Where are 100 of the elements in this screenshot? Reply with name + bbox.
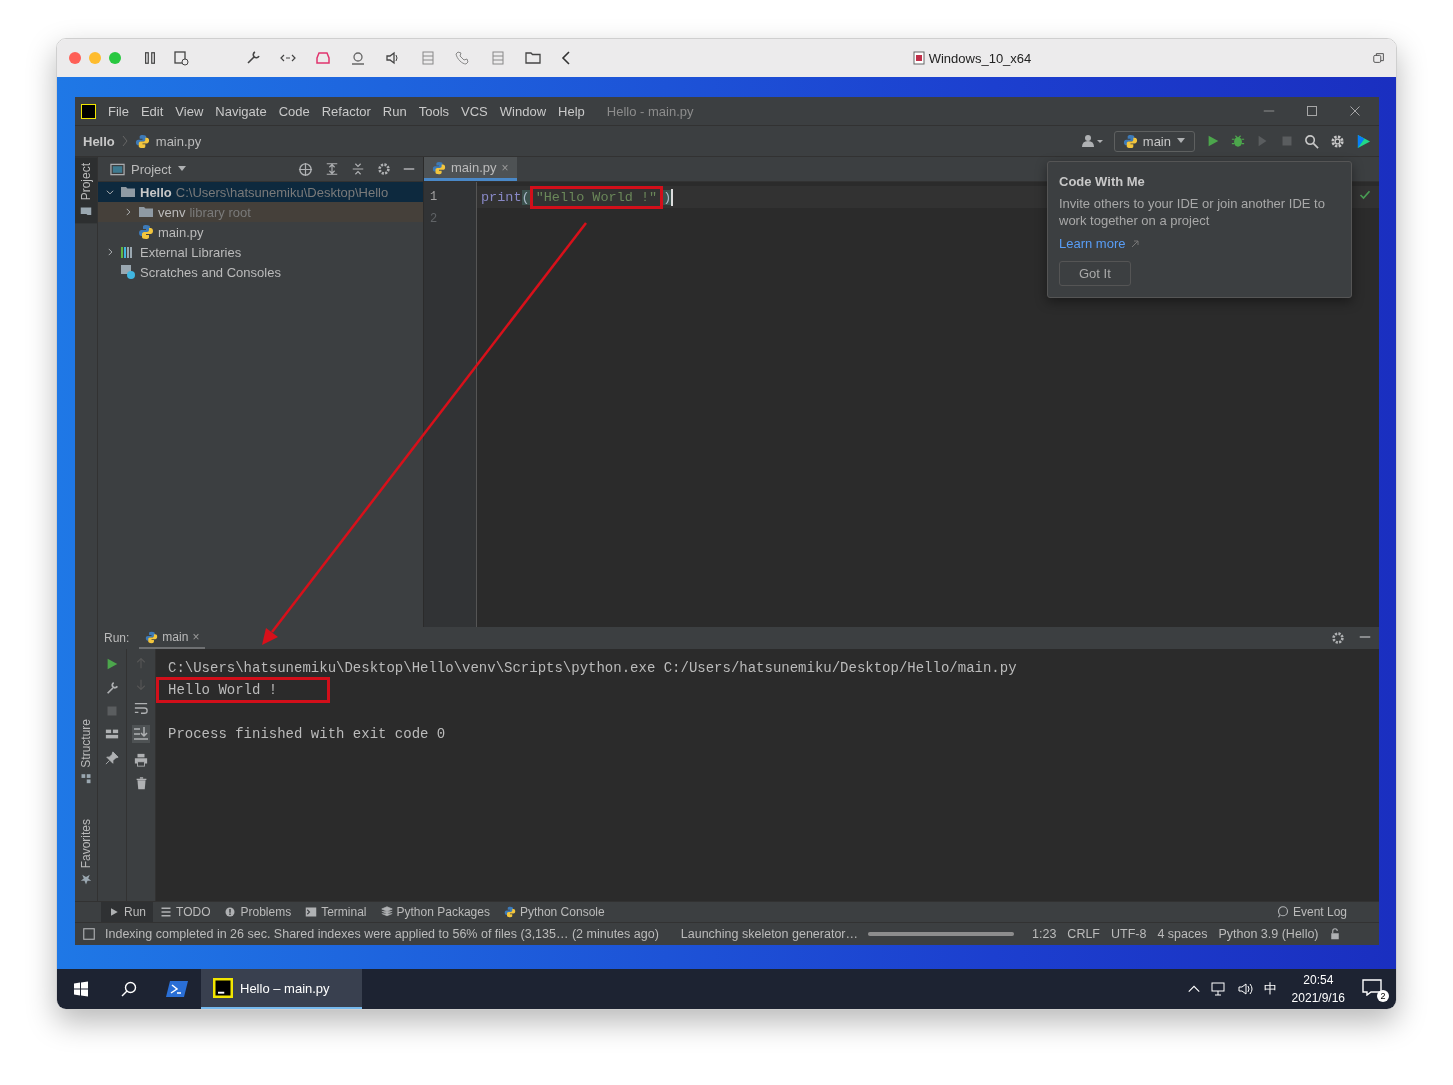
collapse-all-icon[interactable] — [351, 162, 365, 176]
phone-icon[interactable] — [455, 50, 471, 66]
drive-icon[interactable] — [315, 50, 331, 66]
pause-icon[interactable] — [143, 51, 157, 65]
back-icon[interactable] — [560, 50, 572, 66]
locate-icon[interactable] — [298, 161, 313, 177]
tool-window-tab[interactable]: Python Console — [496, 902, 612, 922]
menu-item[interactable]: Tools — [412, 103, 456, 119]
code-token: ( — [521, 189, 530, 205]
maximize-icon[interactable] — [1306, 105, 1318, 117]
chevron-right-icon[interactable] — [105, 247, 115, 257]
tree-item[interactable]: Scratches and Consoles — [98, 262, 423, 282]
soft-wrap-icon[interactable] — [134, 701, 148, 715]
panel-toggle-icon[interactable] — [83, 928, 95, 940]
app-logo — [81, 103, 96, 119]
status-message[interactable]: Indexing completed in 26 sec. Shared indexes were applied to 56% of files (3,135… (2 minutes ago) — [105, 927, 659, 941]
close-icon[interactable] — [1349, 105, 1361, 117]
network-icon[interactable] — [1209, 981, 1228, 997]
wrench-icon[interactable] — [245, 50, 261, 66]
chevron-right-icon[interactable] — [123, 207, 133, 217]
restore-icon[interactable] — [1372, 51, 1386, 65]
toolbox-logo-icon[interactable] — [1356, 133, 1371, 149]
menu-item[interactable]: Code — [272, 103, 316, 119]
close-icon[interactable]: × — [501, 160, 509, 175]
code-token: print — [481, 189, 522, 205]
python-icon — [503, 906, 516, 918]
users-icon[interactable] — [1080, 134, 1103, 148]
expand-all-icon[interactable] — [325, 162, 339, 176]
breadcrumb-item[interactable]: Hello — [83, 133, 115, 149]
editor-tab[interactable]: main.py × — [424, 157, 517, 181]
tree-item[interactable]: main.py — [98, 222, 423, 242]
print-icon[interactable] — [134, 753, 148, 767]
chevron-down-icon[interactable] — [105, 187, 115, 197]
notifications-icon[interactable] — [1362, 978, 1382, 996]
settings-icon[interactable] — [1330, 133, 1345, 149]
menu-item[interactable]: View — [169, 103, 210, 119]
tool-window-tab[interactable]: TODO — [153, 902, 218, 922]
rerun-icon[interactable] — [105, 657, 119, 671]
event-log-button[interactable]: Event Log — [1276, 905, 1373, 919]
warning-icon — [224, 906, 237, 918]
popup-title: Code With Me — [1059, 174, 1145, 189]
tool-window-button[interactable]: Structure — [75, 712, 97, 791]
speaker-icon[interactable] — [385, 50, 401, 66]
close-icon[interactable]: × — [192, 630, 200, 644]
windows-logo-icon[interactable] — [73, 981, 89, 997]
bug-icon[interactable] — [1231, 134, 1245, 148]
lock-icon[interactable] — [1328, 928, 1341, 940]
input-method-indicator[interactable]: 中 — [1263, 980, 1277, 998]
tool-window-tab[interactable]: Problems — [217, 902, 299, 922]
status-item[interactable]: 1:23 — [1032, 927, 1057, 941]
tool-window-tab[interactable]: Python Packages — [373, 902, 497, 922]
layout-icon[interactable] — [105, 727, 119, 741]
tree-item[interactable]: Hello C:\Users\hatsunemiku\Desktop\Hello — [98, 182, 423, 202]
menu-item[interactable]: Run — [376, 103, 413, 119]
tool-window-tab[interactable]: Terminal — [298, 902, 374, 922]
tool-window-button[interactable]: Favorites — [75, 812, 97, 891]
check-icon — [1359, 189, 1371, 201]
menu-item[interactable]: Edit — [134, 103, 170, 119]
clock[interactable]: 20:54 2021/9/16 — [1291, 971, 1345, 1007]
caret-icon[interactable] — [177, 165, 188, 173]
snapshot-icon[interactable] — [173, 50, 189, 66]
tool-window-tab[interactable]: Run — [101, 902, 153, 922]
got-it-button[interactable]: Got It — [1059, 261, 1131, 286]
run-configuration-dropdown[interactable]: main — [1113, 130, 1195, 152]
close-button[interactable] — [69, 52, 81, 64]
learn-more-link[interactable]: Learn more — [1059, 236, 1140, 251]
console-line: Process finished with exit code 0 — [168, 726, 446, 742]
tree-item[interactable]: venv library root — [98, 202, 423, 222]
settings-icon[interactable] — [1331, 631, 1345, 645]
settings-icon[interactable] — [377, 162, 391, 176]
tool-window-button[interactable]: Project — [75, 157, 97, 224]
trash-icon[interactable] — [134, 777, 148, 790]
wrench-icon[interactable] — [105, 681, 119, 695]
scroll-to-end-icon[interactable] — [132, 725, 150, 743]
status-item[interactable]: CRLF — [1067, 927, 1100, 941]
panel-title[interactable]: Project — [131, 161, 172, 177]
status-item[interactable]: Python 3.9 (Hello) — [1218, 927, 1319, 941]
status-item[interactable]: 4 spaces — [1157, 927, 1208, 941]
menu-item[interactable]: Navigate — [209, 103, 273, 119]
pin-icon[interactable] — [105, 751, 119, 765]
terminal-icon — [305, 906, 318, 918]
python-icon — [145, 630, 159, 644]
menu-item[interactable]: VCS — [455, 103, 494, 119]
folder-icon — [138, 204, 154, 220]
status-item[interactable]: UTF-8 — [1111, 927, 1147, 941]
breadcrumb-item[interactable]: main.py — [155, 133, 202, 149]
search-icon[interactable] — [121, 981, 137, 997]
menu-item[interactable]: Refactor — [315, 103, 377, 119]
search-icon[interactable] — [1304, 133, 1319, 149]
taskbar-app[interactable]: Hello – main.py — [201, 969, 362, 1009]
shared-folder-icon[interactable] — [525, 50, 541, 66]
python-icon — [1122, 133, 1138, 149]
terminal-icon[interactable] — [166, 980, 188, 998]
run-icon[interactable] — [1206, 134, 1220, 148]
menu-item[interactable]: File — [102, 103, 135, 119]
menu-item[interactable]: Window — [493, 103, 553, 119]
menu-item[interactable]: Help — [552, 103, 591, 119]
background-task[interactable]: Launching skeleton generator… — [680, 927, 858, 941]
speaker-icon[interactable] — [1236, 981, 1255, 997]
tree-item[interactable]: External Libraries — [98, 242, 423, 262]
